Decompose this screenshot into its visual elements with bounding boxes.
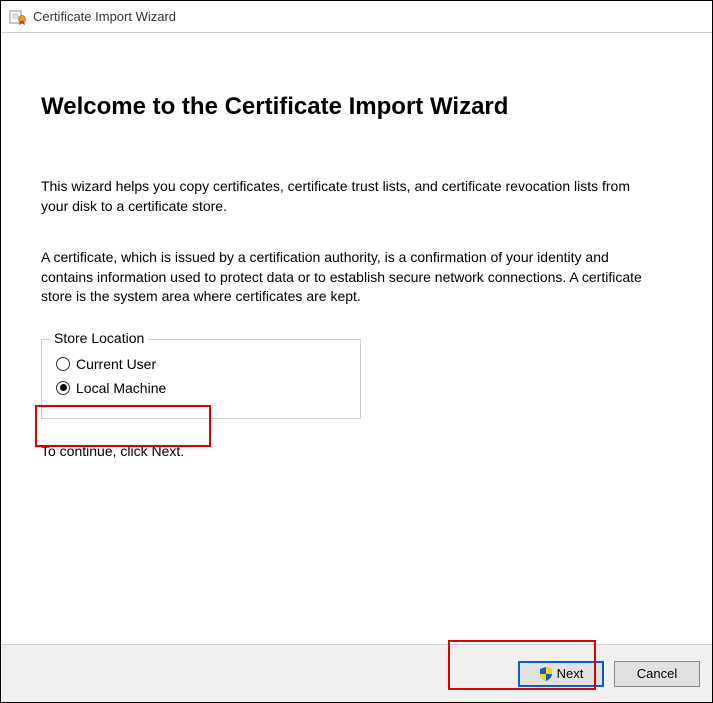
wizard-content: Welcome to the Certificate Import Wizard… <box>1 33 712 499</box>
store-location-legend: Store Location <box>50 330 148 346</box>
wizard-window: Certificate Import Wizard Welcome to the… <box>0 0 713 703</box>
radio-icon <box>56 357 70 371</box>
titlebar: Certificate Import Wizard <box>1 1 712 33</box>
explain-text: A certificate, which is issued by a cert… <box>41 248 651 307</box>
certificate-icon <box>9 8 27 26</box>
cancel-button-label: Cancel <box>637 666 677 681</box>
intro-text: This wizard helps you copy certificates,… <box>41 177 651 216</box>
store-location-fieldset: Store Location Current User Local Machin… <box>41 339 361 419</box>
uac-shield-icon <box>539 667 553 681</box>
continue-text: To continue, click Next. <box>41 443 672 459</box>
radio-current-user[interactable]: Current User <box>56 356 346 372</box>
wizard-footer: Next Cancel <box>1 644 712 702</box>
radio-label: Current User <box>76 356 156 372</box>
radio-local-machine[interactable]: Local Machine <box>56 380 346 396</box>
next-button[interactable]: Next <box>518 661 604 687</box>
radio-icon <box>56 381 70 395</box>
page-heading: Welcome to the Certificate Import Wizard <box>41 93 672 121</box>
cancel-button[interactable]: Cancel <box>614 661 700 687</box>
next-button-label: Next <box>557 666 584 681</box>
radio-label: Local Machine <box>76 380 166 396</box>
window-title: Certificate Import Wizard <box>33 9 176 24</box>
